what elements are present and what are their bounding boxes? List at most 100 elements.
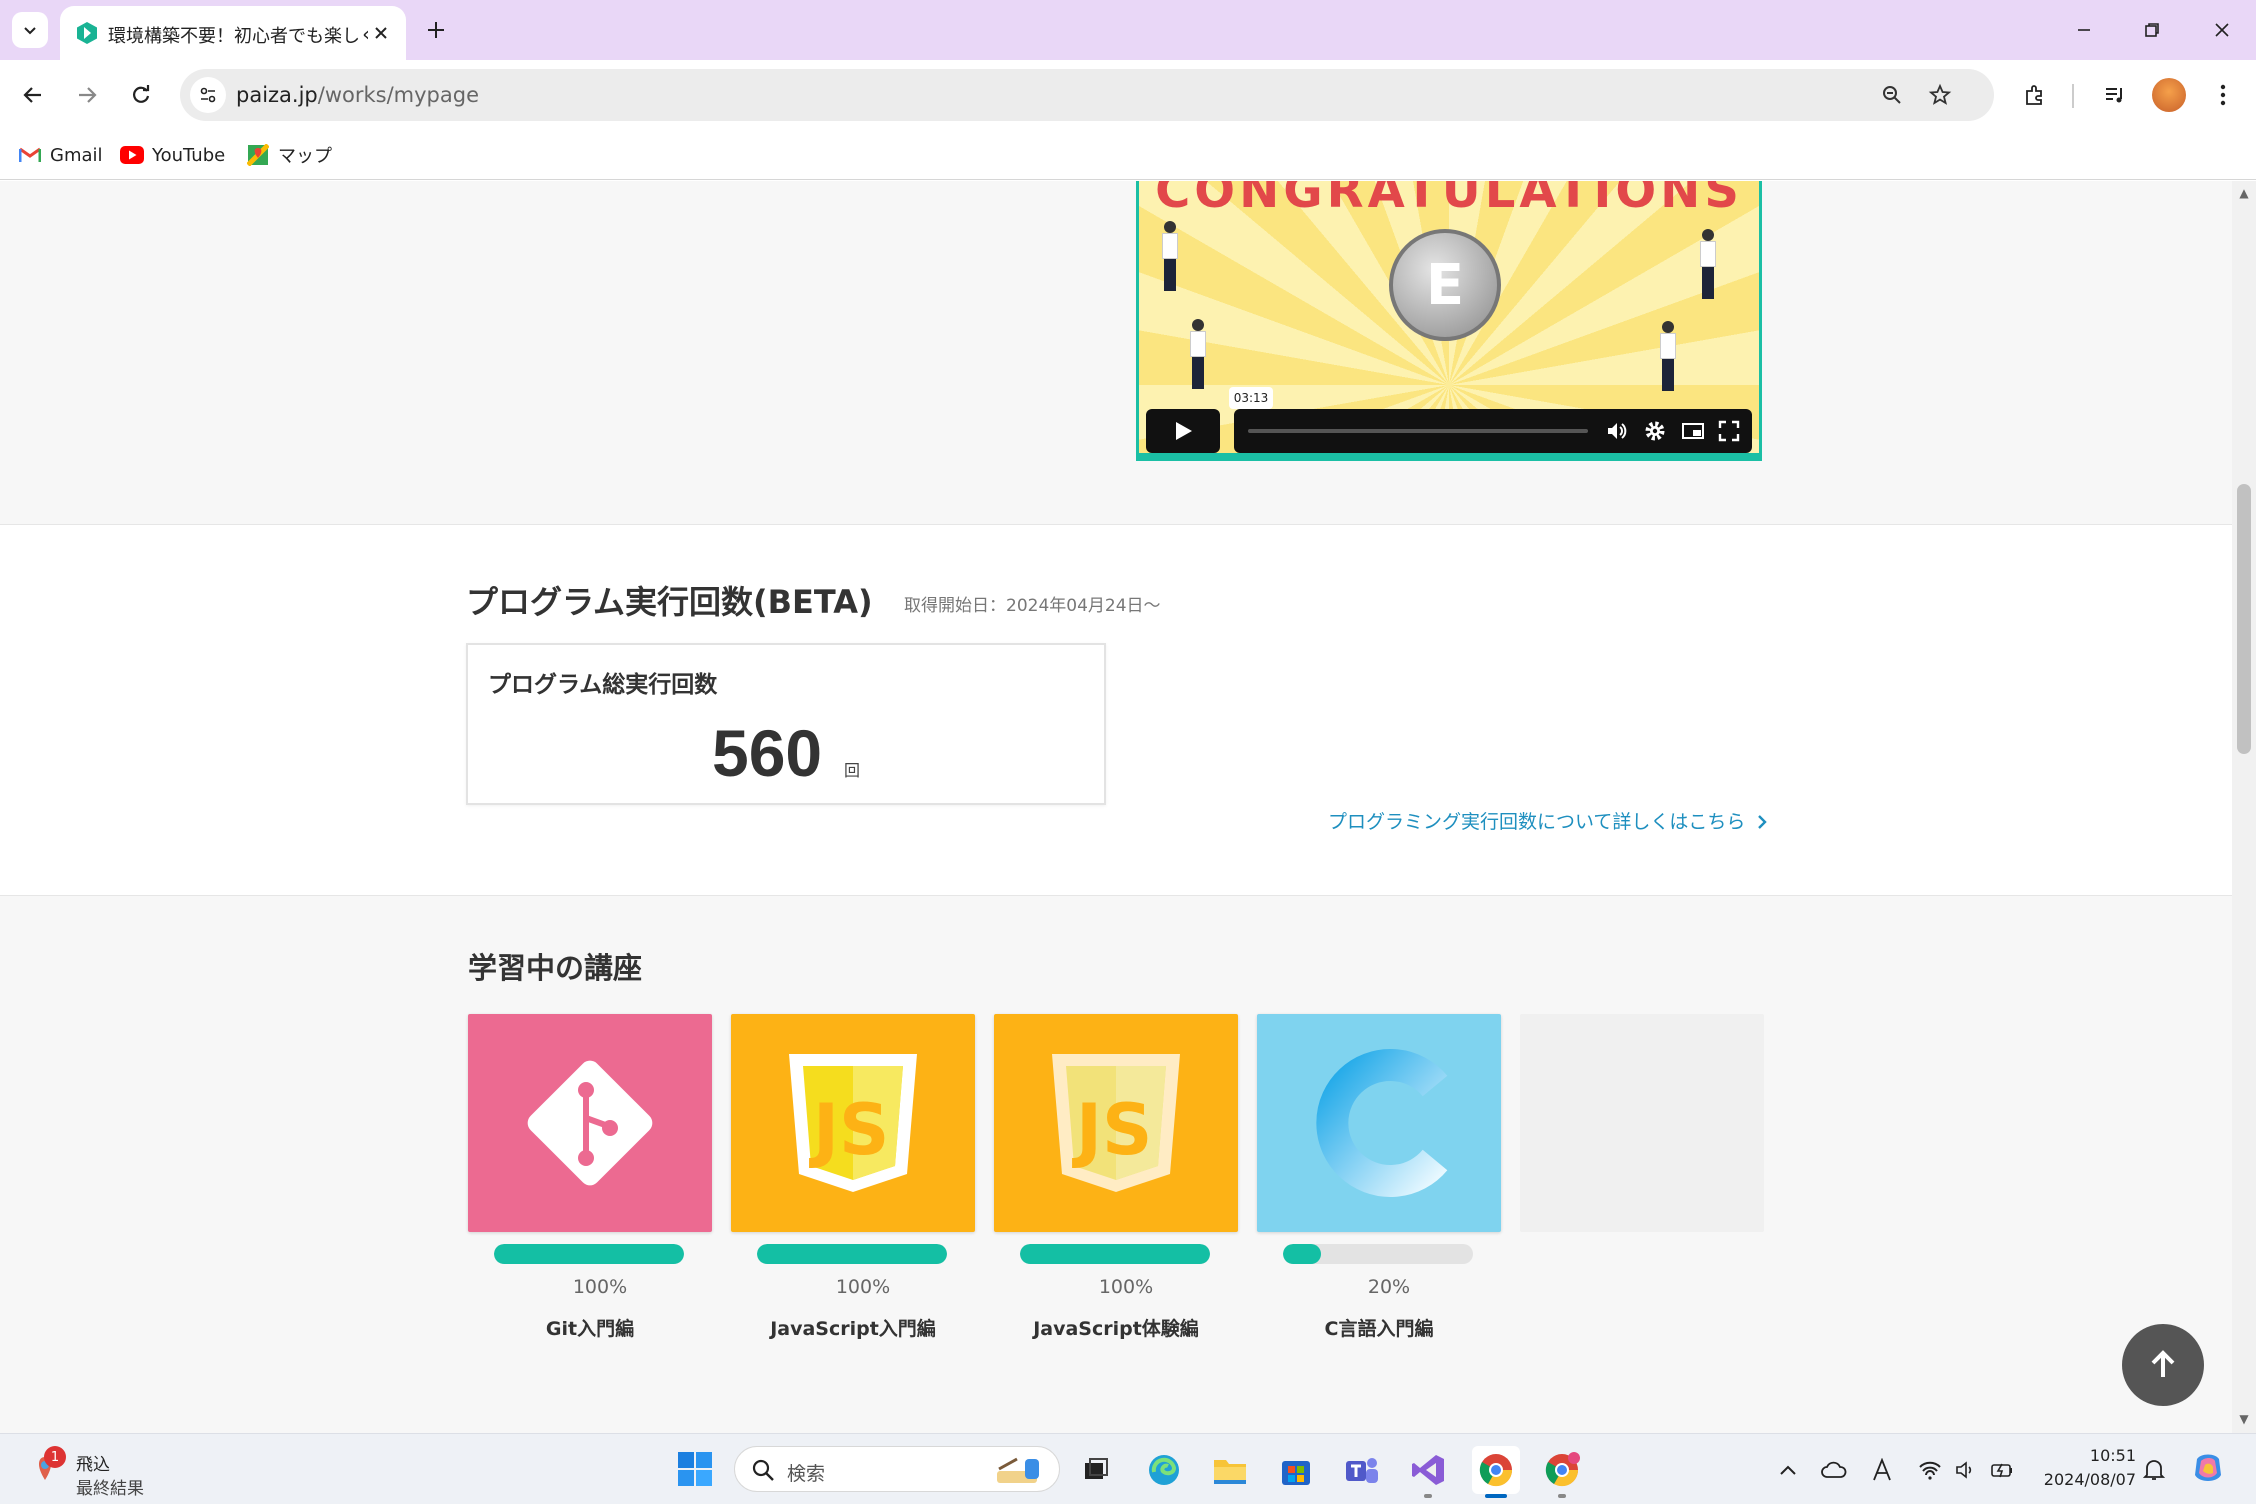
running-indicator: [1558, 1494, 1566, 1498]
close-window-button[interactable]: [2192, 12, 2252, 48]
media-controls-icon[interactable]: [2096, 76, 2134, 114]
bookmark-gmail[interactable]: Gmail: [18, 140, 103, 170]
back-button[interactable]: [14, 76, 52, 114]
play-button[interactable]: [1146, 409, 1220, 453]
microsoft-store-icon[interactable]: [1272, 1446, 1320, 1494]
browser-toolbar: paiza.jp/works/mypage: [0, 60, 2256, 130]
site-info-icon[interactable]: [190, 77, 226, 113]
achievement-video[interactable]: CONGRATULATIONS E 03:13: [1136, 181, 1762, 461]
course-progress-fill: [494, 1244, 684, 1264]
chrome-profile-icon[interactable]: [1538, 1446, 1586, 1494]
rank-coin-letter: E: [1425, 252, 1465, 318]
course-progress-fill: [1020, 1244, 1210, 1264]
reload-button[interactable]: [122, 76, 160, 114]
notification-bell-icon[interactable]: [2140, 1456, 2168, 1484]
visual-studio-icon[interactable]: [1404, 1446, 1452, 1494]
fullscreen-icon[interactable]: [1716, 418, 1742, 444]
notification-badge: 1: [44, 1446, 66, 1468]
scroll-up-arrow-icon[interactable]: ▲: [2238, 187, 2250, 199]
clock-date: 2024/08/07: [2043, 1470, 2136, 1489]
c-language-icon: [1316, 1049, 1448, 1197]
forward-button[interactable]: [68, 76, 106, 114]
course-progress-bar: [1020, 1244, 1210, 1264]
restore-icon: [2145, 23, 2159, 37]
video-frame: CONGRATULATIONS E 03:13: [1139, 181, 1759, 453]
bookmark-maps[interactable]: マップ: [246, 140, 332, 170]
plus-icon: [428, 22, 444, 38]
course-progress-bar: [494, 1244, 684, 1264]
widget-subtext: 最終結果: [76, 1479, 144, 1499]
active-indicator: [1485, 1494, 1507, 1498]
volume-icon[interactable]: [1952, 1456, 1980, 1484]
course-name: Git入門編: [545, 1318, 635, 1340]
run-count-title: プログラム実行回数(BETA): [466, 583, 873, 621]
play-icon: [1176, 422, 1192, 440]
gmail-icon: [18, 145, 42, 165]
bookmark-youtube-label: YouTube: [152, 144, 226, 166]
copilot-icon[interactable]: [2190, 1450, 2226, 1486]
ime-icon[interactable]: [1868, 1456, 1896, 1484]
page-scrollbar[interactable]: ▲ ▼: [2232, 181, 2256, 1433]
reload-icon: [133, 85, 150, 103]
bookmark-star-icon[interactable]: [1922, 77, 1958, 113]
browser-tab-bar: 環境構築不要！初心者でも楽しく: [0, 0, 2256, 60]
active-tab[interactable]: 環境構築不要！初心者でも楽しく: [60, 6, 406, 60]
taskbar-search[interactable]: 検索: [734, 1446, 1060, 1492]
tab-search-button[interactable]: [12, 12, 48, 48]
new-tab-button[interactable]: [420, 14, 452, 46]
teams-icon[interactable]: [1338, 1446, 1386, 1494]
course-progress-percent: 100%: [835, 1276, 891, 1298]
program-run-count-section: プログラム実行回数(BETA) 取得開始日：2024年04月24日〜 プログラム…: [0, 524, 2232, 896]
search-icon: [752, 1459, 774, 1481]
minimize-icon: [2078, 29, 2090, 31]
chevron-down-icon: [24, 27, 36, 35]
maps-icon: [246, 144, 270, 166]
profile-avatar[interactable]: [2152, 78, 2186, 112]
rank-coin: E: [1389, 229, 1501, 341]
edge-browser-icon[interactable]: [1140, 1446, 1188, 1494]
task-view-icon[interactable]: [1072, 1446, 1120, 1494]
bookmark-gmail-label: Gmail: [50, 144, 103, 166]
chrome-icon[interactable]: [1472, 1446, 1520, 1494]
run-count-details-link[interactable]: プログラミング実行回数について詳しくはこちら: [1328, 807, 1769, 834]
congratulations-banner: CONGRATULATIONS: [1155, 181, 1743, 219]
scroll-down-arrow-icon[interactable]: ▼: [2238, 1413, 2250, 1425]
start-button[interactable]: [676, 1450, 714, 1488]
browser-menu-icon[interactable]: [2204, 76, 2242, 114]
run-count-start-date: 取得開始日：2024年04月24日〜: [904, 596, 1161, 616]
address-bar[interactable]: paiza.jp/works/mypage: [180, 69, 1994, 121]
wifi-icon[interactable]: [1916, 1456, 1944, 1484]
course-progress-bar: [757, 1244, 947, 1264]
total-run-count-card: プログラム総実行回数 560 回: [466, 643, 1106, 805]
settings-gear-icon[interactable]: [1642, 418, 1668, 444]
video-progress-slider[interactable]: [1248, 429, 1588, 433]
file-explorer-icon[interactable]: [1206, 1446, 1254, 1494]
battery-icon[interactable]: [1988, 1456, 2016, 1484]
bookmark-youtube[interactable]: YouTube: [120, 140, 225, 170]
extensions-icon[interactable]: [2016, 76, 2054, 114]
javascript-icon: JS: [789, 1054, 917, 1192]
scroll-to-top-button[interactable]: [2122, 1324, 2204, 1406]
windows-logo-icon: [678, 1452, 712, 1486]
course-progress-percent: 20%: [1367, 1276, 1411, 1298]
volume-icon[interactable]: [1604, 418, 1630, 444]
onedrive-icon[interactable]: [1820, 1456, 1848, 1484]
minimize-button[interactable]: [2054, 12, 2114, 48]
course-name: JavaScript体験編: [1033, 1318, 1199, 1340]
chevron-up-icon[interactable]: [1774, 1456, 1802, 1484]
picture-in-picture-icon[interactable]: [1680, 418, 1706, 444]
run-count-details-link-text: プログラミング実行回数について詳しくはこちら: [1328, 811, 1746, 833]
running-indicator: [1424, 1494, 1432, 1498]
video-time-tooltip: 03:13: [1229, 387, 1273, 409]
taskbar-clock[interactable]: 10:51 2024/08/07: [2036, 1444, 2136, 1492]
git-icon: [527, 1060, 653, 1186]
close-icon: [2215, 23, 2229, 37]
courses-in-progress-title: 学習中の講座: [468, 951, 643, 985]
zoom-icon[interactable]: [1874, 77, 1910, 113]
arrow-up-icon: [2151, 1350, 2175, 1377]
chevron-right-icon: [1758, 815, 1768, 829]
scrollbar-thumb[interactable]: [2237, 484, 2251, 754]
restore-button[interactable]: [2122, 12, 2182, 48]
close-tab-icon[interactable]: [368, 20, 394, 46]
widget-headline: 飛込: [76, 1455, 110, 1475]
